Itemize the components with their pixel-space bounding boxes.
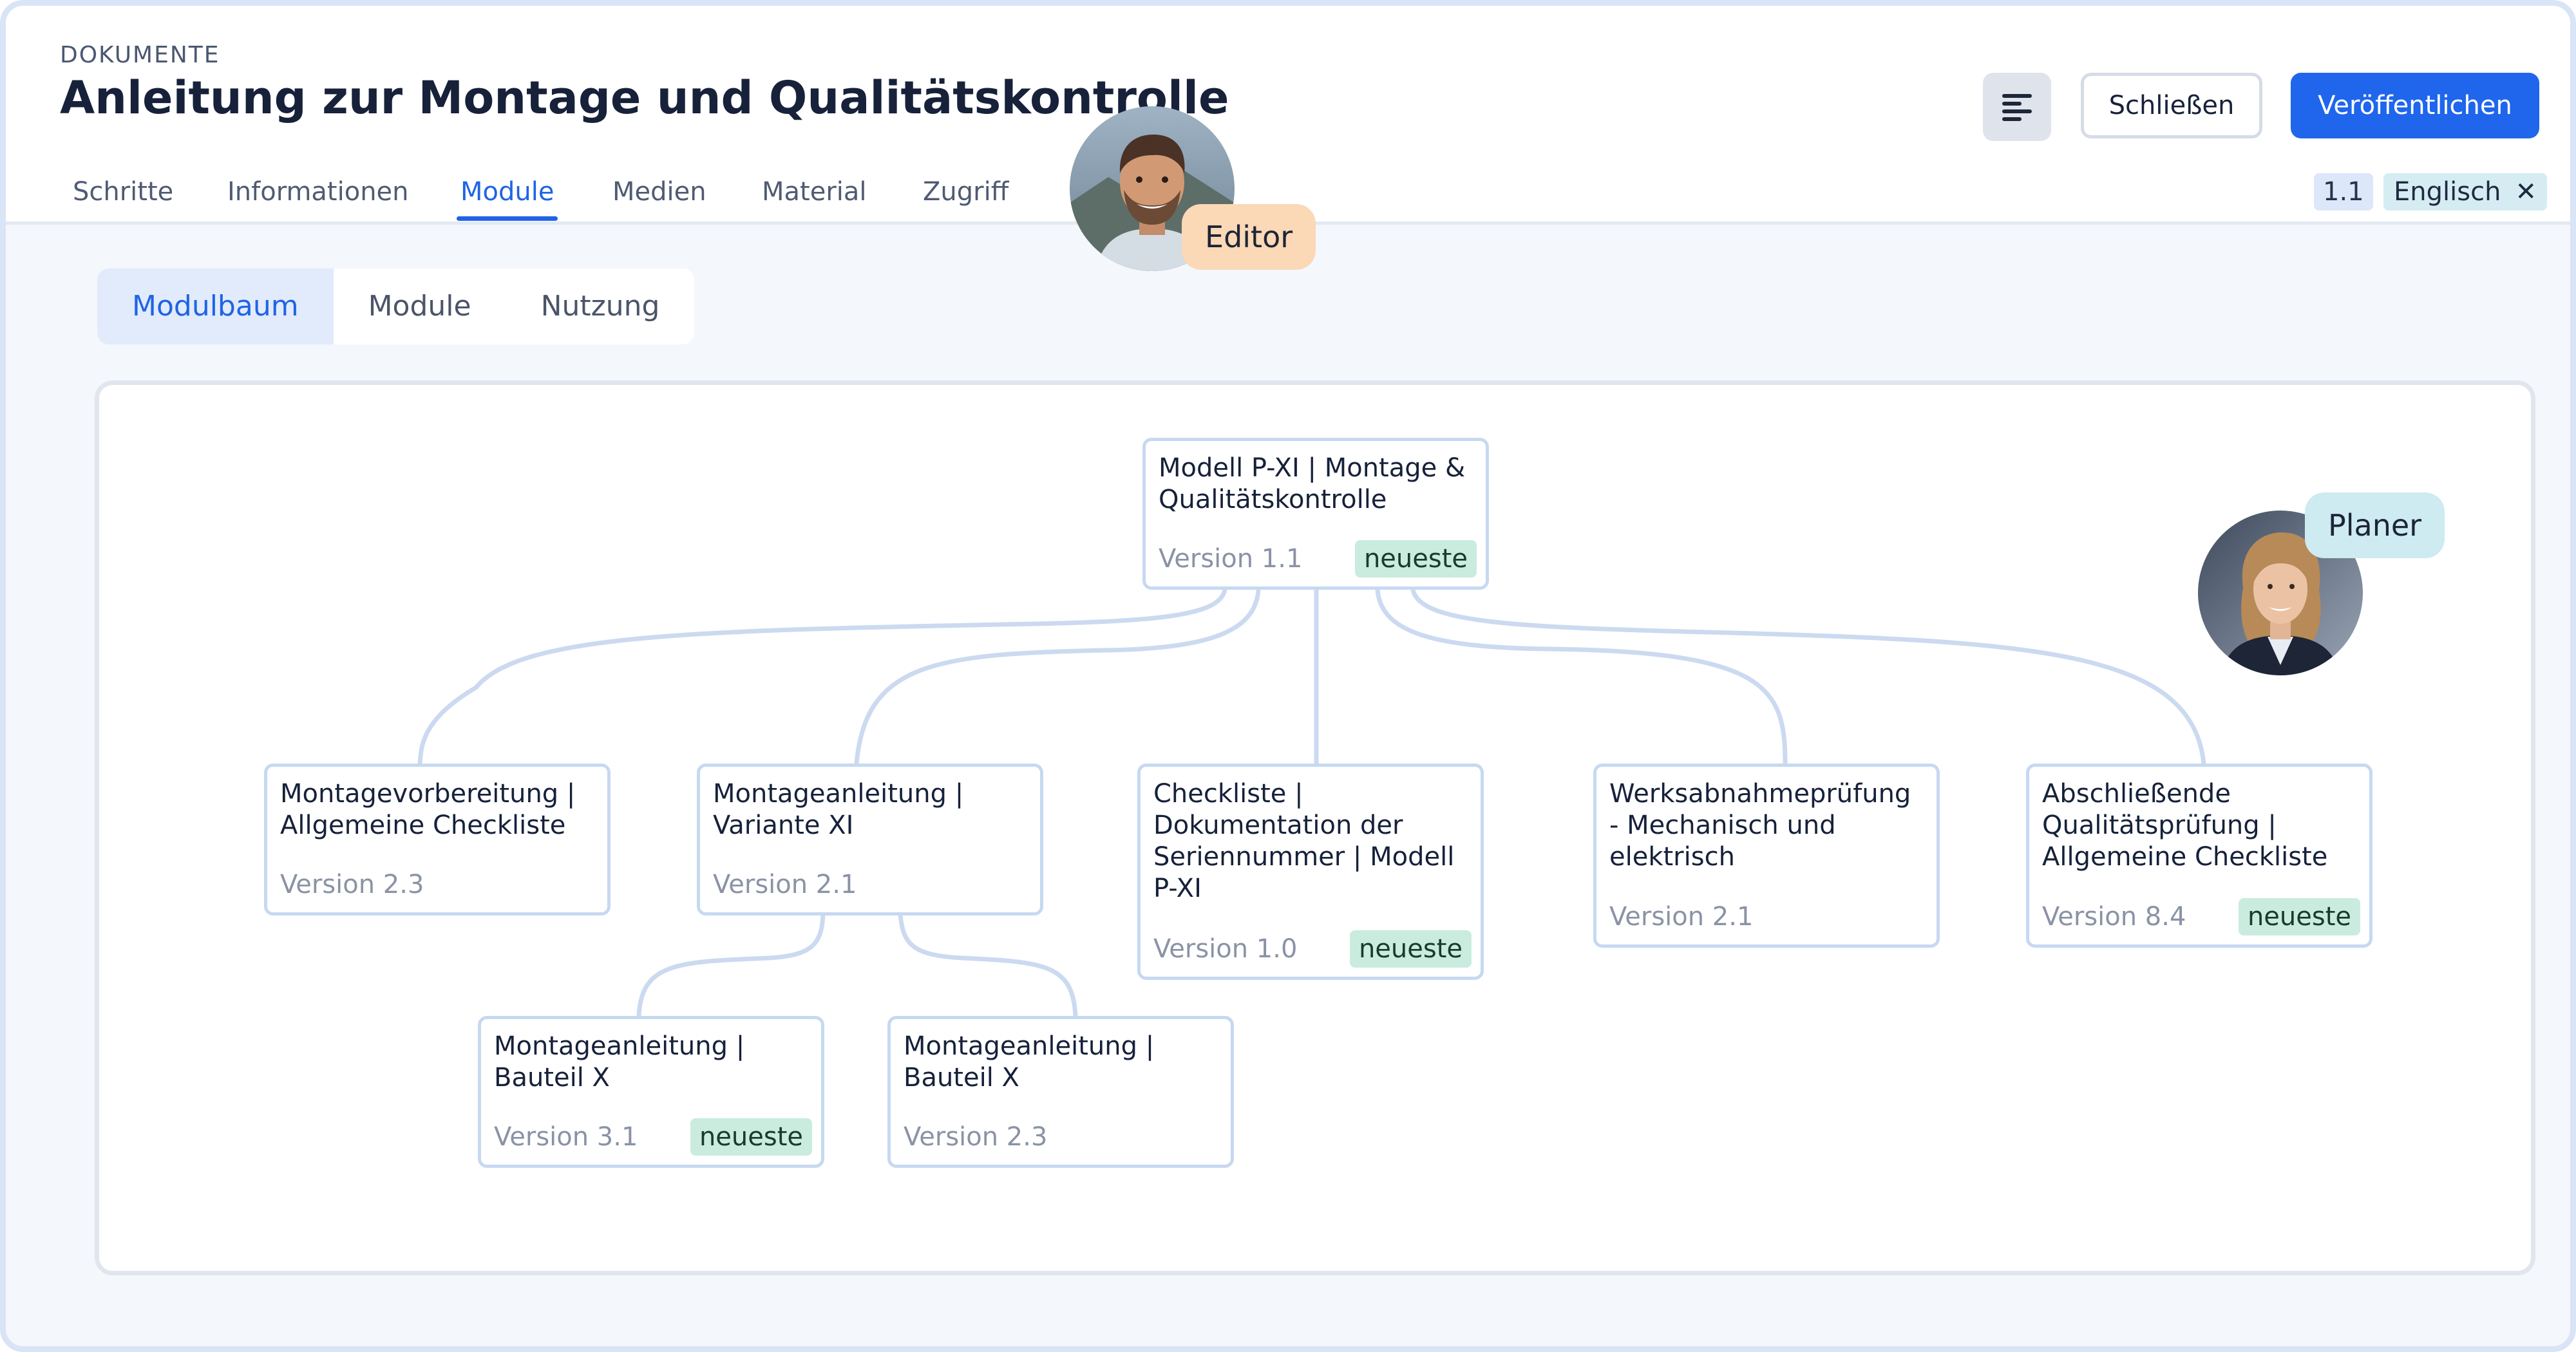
breadcrumb[interactable]: DOKUMENTE [60, 42, 220, 68]
subtab-nutzung[interactable]: Nutzung [506, 268, 695, 344]
tree-node-child[interactable]: Montagevorbereitung | Allgemeine Checkli… [264, 764, 611, 915]
tree-node-child[interactable]: Werksabnahmeprüfung - Mechanisch und ele… [1593, 764, 1940, 948]
app-window: DOKUMENTE Anleitung zur Montage und Qual… [0, 0, 2576, 1352]
node-version: Version 1.0 [1153, 934, 1298, 964]
tab-informationen[interactable]: Informationen [227, 167, 409, 225]
tab-schritte[interactable]: Schritte [73, 167, 173, 225]
node-version: Version 1.1 [1159, 544, 1303, 574]
version-chip[interactable]: 1.1 [2314, 173, 2373, 211]
node-title: Montageanleitung | Bauteil X [904, 1031, 1155, 1093]
node-title: Montagevorbereitung | Allgemeine Checkli… [280, 779, 576, 840]
node-version: Version 2.3 [904, 1122, 1048, 1152]
latest-badge: neueste [1354, 540, 1477, 577]
node-title: Montageanleitung | Variante XI [713, 779, 964, 840]
node-version: Version 2.1 [1609, 902, 1754, 932]
node-title: Werksabnahmeprüfung - Mechanisch und ele… [1609, 779, 1911, 872]
tree-node-root[interactable]: Modell P-XI | Montage & Qualitätskontrol… [1142, 438, 1489, 590]
connector-root-child-4 [1375, 587, 1788, 766]
editor-role-badge: Editor [1182, 204, 1316, 270]
node-title: Abschließende Qualitätsprüfung | Allgeme… [2042, 779, 2328, 872]
latest-badge: neueste [690, 1118, 812, 1156]
module-tree-panel: Modell P-XI | Montage & Qualitätskontrol… [95, 380, 2535, 1275]
tab-material[interactable]: Material [762, 167, 867, 225]
connector-child-2-grandchild-2 [898, 912, 1078, 1019]
connector-child-2-grandchild-1 [636, 912, 826, 1019]
node-version: Version 8.4 [2042, 902, 2186, 932]
tree-node-grandchild[interactable]: Montageanleitung | Bauteil X Version 2.3 [887, 1016, 1234, 1168]
document-header: DOKUMENTE Anleitung zur Montage und Qual… [6, 6, 2570, 225]
node-version: Version 3.1 [494, 1122, 638, 1152]
tree-node-child[interactable]: Abschließende Qualitätsprüfung | Allgeme… [2026, 764, 2372, 948]
tree-node-grandchild[interactable]: Montageanleitung | Bauteil X Version 3.1… [478, 1016, 824, 1168]
tab-medien[interactable]: Medien [612, 167, 706, 225]
node-title: Checkliste | Dokumentation der Seriennum… [1153, 779, 1455, 903]
module-subtabs: Modulbaum Module Nutzung [97, 268, 695, 344]
publish-button[interactable]: Veröffentlichen [2291, 73, 2539, 138]
close-button[interactable]: Schließen [2081, 73, 2262, 138]
subtab-modulbaum[interactable]: Modulbaum [97, 268, 334, 344]
latest-badge: neueste [2238, 898, 2360, 935]
close-icon[interactable]: ✕ [2515, 177, 2537, 207]
tree-node-child[interactable]: Montageanleitung | Variante XI Version 2… [697, 764, 1043, 915]
connector-root-child-2 [854, 587, 1261, 766]
outline-menu-button[interactable] [1983, 73, 2051, 141]
tab-module[interactable]: Module [456, 167, 558, 225]
node-version: Version 2.3 [280, 870, 424, 899]
node-version: Version 2.1 [713, 870, 857, 899]
language-chip-label: Englisch [2394, 177, 2501, 207]
text-align-left-icon [2002, 94, 2032, 121]
page-title: Anleitung zur Montage und Qualitätskontr… [60, 71, 1229, 124]
planer-role-badge: Planer [2305, 493, 2445, 558]
subtab-module[interactable]: Module [334, 268, 506, 344]
tab-zugriff[interactable]: Zugriff [923, 167, 1009, 225]
node-title: Modell P-XI | Montage & Qualitätskontrol… [1159, 453, 1466, 514]
node-title: Montageanleitung | Bauteil X [494, 1031, 745, 1093]
language-chip[interactable]: Englisch ✕ [2383, 173, 2547, 211]
tree-node-child[interactable]: Checkliste | Dokumentation der Seriennum… [1137, 764, 1484, 980]
connector-root-child-5 [1410, 587, 2206, 766]
connector-root-child-1 [417, 587, 1227, 766]
latest-badge: neueste [1349, 930, 1472, 968]
